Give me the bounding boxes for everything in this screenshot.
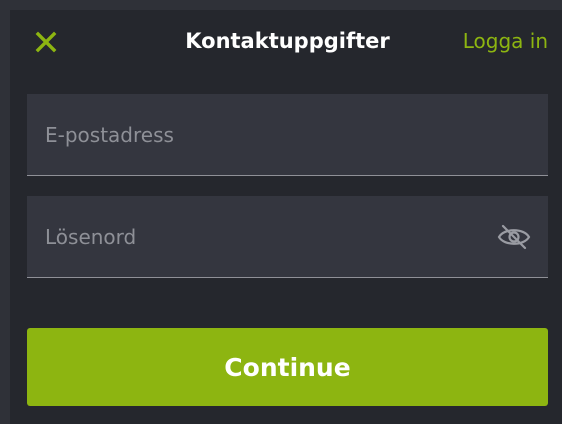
password-field-container (27, 196, 548, 278)
close-button[interactable] (34, 30, 58, 54)
login-link[interactable]: Logga in (463, 26, 548, 56)
toggle-password-visibility-button[interactable] (496, 223, 532, 251)
email-field-container (27, 94, 548, 176)
dialog-header: Kontaktuppgifter Logga in (10, 10, 562, 76)
page-frame: Kontaktuppgifter Logga in Continue (0, 0, 562, 424)
email-input[interactable] (27, 94, 548, 175)
continue-button[interactable]: Continue (27, 328, 548, 406)
password-input[interactable] (27, 196, 548, 277)
eye-off-icon (497, 224, 531, 250)
contact-dialog: Kontaktuppgifter Logga in Continue (10, 10, 562, 424)
close-icon (35, 31, 57, 53)
dialog-title: Kontaktuppgifter (185, 29, 390, 53)
